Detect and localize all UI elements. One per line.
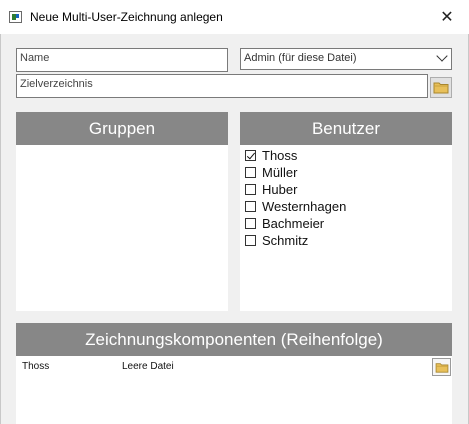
folder-icon: [435, 362, 448, 373]
user-label: Thoss: [262, 148, 298, 163]
role-selected-value: Admin (für diese Datei): [244, 52, 357, 64]
title-bar: Neue Multi-User-Zeichnung anlegen ✕: [0, 0, 469, 34]
user-checkbox[interactable]: [245, 218, 256, 229]
user-item-schmitz[interactable]: Schmitz: [245, 232, 346, 249]
user-label: Bachmeier: [262, 216, 325, 231]
user-item-thoss[interactable]: Thoss: [245, 147, 346, 164]
user-label: Müller: [262, 165, 298, 180]
user-checkbox[interactable]: [245, 150, 256, 161]
close-icon: ✕: [440, 9, 454, 26]
user-label: Westernhagen: [262, 199, 347, 214]
user-label: Huber: [262, 182, 298, 197]
name-input[interactable]: Name: [16, 48, 228, 72]
browse-directory-button[interactable]: [430, 77, 452, 98]
users-header: Benutzer: [240, 112, 452, 145]
user-checkbox[interactable]: [245, 235, 256, 246]
user-item-bachmeier[interactable]: Bachmeier: [245, 215, 346, 232]
folder-icon: [433, 82, 449, 94]
user-item-westernhagen[interactable]: Westernhagen: [245, 198, 346, 215]
user-checkbox[interactable]: [245, 184, 256, 195]
chevron-down-icon: [436, 50, 448, 62]
close-button[interactable]: ✕: [429, 3, 465, 31]
component-file: Leere Datei: [122, 361, 174, 372]
app-window-icon: [9, 11, 22, 23]
user-label: Schmitz: [262, 233, 309, 248]
target-directory-placeholder: Zielverzeichnis: [20, 78, 93, 90]
component-browse-button[interactable]: [432, 358, 451, 376]
users-panel: Benutzer Thoss Müller Huber Westernhagen…: [240, 112, 452, 311]
components-panel: Zeichnungskomponenten (Reihenfolge) Thos…: [16, 323, 452, 424]
name-placeholder: Name: [20, 52, 50, 64]
user-item-huber[interactable]: Huber: [245, 181, 346, 198]
groups-header: Gruppen: [16, 112, 228, 145]
user-checkbox[interactable]: [245, 167, 256, 178]
users-checklist: Thoss Müller Huber Westernhagen Bachmeie…: [245, 147, 346, 249]
target-directory-input[interactable]: Zielverzeichnis: [16, 74, 428, 98]
groups-panel: Gruppen: [16, 112, 228, 311]
component-user: Thoss: [22, 361, 50, 372]
components-header: Zeichnungskomponenten (Reihenfolge): [16, 323, 452, 356]
user-item-mueller[interactable]: Müller: [245, 164, 346, 181]
groups-list[interactable]: [16, 145, 228, 311]
role-select[interactable]: Admin (für diese Datei): [240, 48, 452, 70]
window-title: Neue Multi-User-Zeichnung anlegen: [30, 10, 223, 24]
user-checkbox[interactable]: [245, 201, 256, 212]
